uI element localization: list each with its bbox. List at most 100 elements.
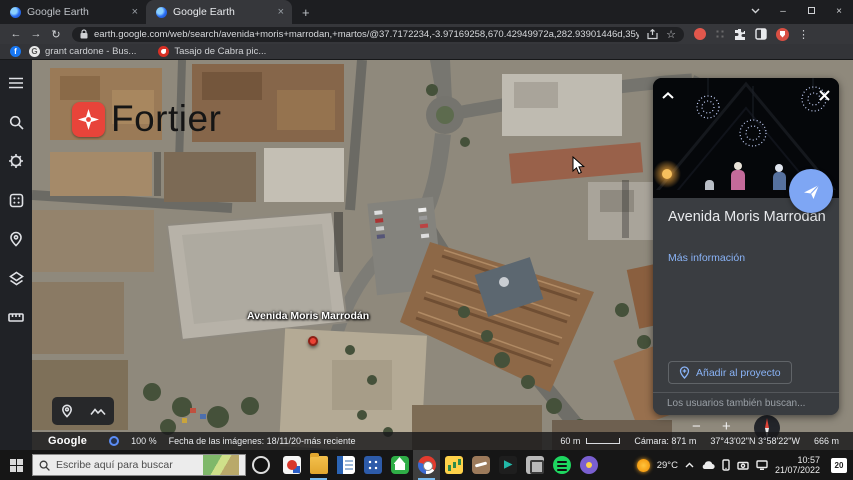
ground-elevation: 666 m (814, 436, 839, 446)
also-search-strip[interactable]: Los usuarios también buscan... (653, 392, 839, 415)
adblock-shield-icon[interactable] (776, 28, 789, 41)
gray-app-icon (526, 456, 544, 474)
close-panel-icon[interactable] (815, 86, 833, 104)
tab-google-earth-1[interactable]: Google Earth × (0, 0, 146, 24)
camera-altitude: Cámara: 871 m (634, 436, 696, 446)
collapse-panel-chevron-icon[interactable] (659, 86, 677, 104)
taskbar-clock[interactable]: 10:57 21/07/2022 (775, 455, 820, 475)
maximize-button[interactable] (797, 0, 825, 24)
coordinates: 37°43'02"N 3°58'22"W (710, 436, 800, 446)
map-style-layers-icon[interactable] (6, 268, 26, 288)
map-place-label[interactable]: Avenida Moris Marrodán (247, 310, 369, 322)
desktop: Google Earth × Google Earth × + – × ← → … (0, 0, 853, 480)
address-bar[interactable]: earth.google.com/web/search/avenida+mori… (72, 27, 684, 42)
windows-logo-icon (10, 459, 23, 472)
my-location-pin-icon[interactable] (61, 404, 73, 418)
calculator-icon (364, 456, 382, 474)
voyager-helm-icon[interactable] (6, 151, 26, 171)
window-controls: – × (741, 0, 853, 24)
more-info-link[interactable]: Más información (668, 252, 745, 264)
add-to-project-button[interactable]: Añadir al proyecto (668, 361, 792, 384)
extension-grid-icon[interactable] (715, 29, 725, 39)
chrome-menu-icon[interactable]: ⋮ (798, 28, 809, 41)
projects-pin-icon[interactable] (6, 229, 26, 249)
taskbar-app-purple[interactable] (575, 450, 602, 480)
taskbar-app-explorer[interactable] (305, 450, 332, 480)
terrain-profile-icon[interactable] (90, 407, 106, 416)
measure-ruler-icon[interactable] (6, 307, 26, 327)
reading-list-icon[interactable] (755, 28, 767, 40)
close-window-button[interactable]: × (825, 0, 853, 24)
temperature-label[interactable]: 29°C (657, 460, 678, 471)
taskbar-app-chart[interactable] (440, 450, 467, 480)
reload-button[interactable]: ↻ (46, 28, 66, 41)
taskbar-app-code[interactable] (494, 450, 521, 480)
search-highlight-image (203, 455, 239, 475)
earth-app: Fortier Avenida Moris Marrodán − + Googl… (0, 60, 853, 450)
map-pin[interactable] (308, 336, 318, 346)
bookmark-star-icon[interactable]: ☆ (666, 28, 676, 41)
feeling-lucky-dice-icon[interactable] (6, 190, 26, 210)
browser-toolbar: ← → ↻ earth.google.com/web/search/avenid… (0, 24, 853, 44)
earth-favicon-icon (156, 7, 167, 18)
photos-app-icon (283, 456, 301, 474)
camera-device-icon[interactable] (737, 461, 749, 470)
taskbar-search[interactable]: Escribe aquí para buscar (32, 454, 246, 476)
document-app-icon (337, 456, 355, 474)
google-logo: Google (48, 435, 87, 447)
minimize-button[interactable]: – (769, 0, 797, 24)
maximize-icon (808, 7, 815, 14)
back-button[interactable]: ← (6, 28, 26, 40)
bookmark-item[interactable]: G grant cardone - Bus... (29, 46, 136, 57)
taskbar-app-document[interactable] (332, 450, 359, 480)
earth-favicon-icon (10, 7, 21, 18)
spotify-icon (553, 456, 571, 474)
file-explorer-icon (310, 456, 328, 474)
paper-plane-icon (802, 182, 821, 201)
lock-icon (80, 29, 88, 39)
cortana-icon[interactable] (252, 456, 270, 474)
notes-app-icon (472, 456, 490, 474)
bookmark-item[interactable]: Tasajo de Cabra pic... (158, 46, 266, 57)
taskbar-app-calculator[interactable] (359, 450, 386, 480)
imagery-date[interactable]: Fecha de las imágenes: 18/11/20-más reci… (169, 436, 356, 446)
tab-title: Google Earth (173, 6, 272, 18)
taskbar-app-browser-active[interactable] (413, 450, 440, 480)
start-button[interactable] (0, 450, 32, 480)
tab-search-chevron-icon[interactable] (741, 0, 769, 24)
tab-google-earth-2[interactable]: Google Earth × (146, 0, 292, 24)
notification-center-icon[interactable]: 20 (831, 458, 847, 473)
tab-close-icon[interactable]: × (278, 7, 284, 18)
search-icon[interactable] (6, 112, 26, 132)
share-icon[interactable] (647, 29, 658, 40)
your-phone-icon[interactable] (722, 459, 730, 471)
weather-sun-icon[interactable] (637, 459, 650, 472)
fly-share-fab[interactable] (789, 169, 833, 213)
house-app-icon (391, 456, 409, 474)
tray-chevron-up-icon[interactable] (685, 462, 694, 468)
extensions-puzzle-icon[interactable] (734, 28, 746, 40)
clock-date: 21/07/2022 (775, 465, 820, 475)
taskbar-app-photos[interactable] (278, 450, 305, 480)
new-tab-button[interactable]: + (302, 5, 310, 20)
display-icon[interactable] (756, 460, 768, 470)
taskbar-app-gray[interactable] (521, 450, 548, 480)
fortier-watermark-text: Fortier (111, 98, 221, 140)
taskbar-app-notes[interactable] (467, 450, 494, 480)
mouse-cursor (572, 156, 585, 175)
extension-red-icon[interactable] (694, 28, 706, 40)
forward-button[interactable]: → (26, 28, 46, 40)
scale-bar (586, 438, 620, 444)
stream-indicator-icon (109, 436, 119, 446)
bookmark-favicon-g: G (29, 46, 40, 57)
facebook-bookmark-icon[interactable]: f (10, 46, 21, 57)
taskbar-app-spotify[interactable] (548, 450, 575, 480)
camera-readout: 60 m Cámara: 871 m 37°43'02"N 3°58'22"W … (560, 436, 853, 446)
taskbar-app-idealista[interactable] (386, 450, 413, 480)
search-icon (39, 460, 50, 471)
fortier-logo-icon (72, 102, 105, 137)
tab-title: Google Earth (27, 6, 126, 18)
onedrive-cloud-icon[interactable] (701, 461, 715, 470)
tab-close-icon[interactable]: × (132, 7, 138, 18)
menu-hamburger-icon[interactable] (6, 73, 26, 93)
